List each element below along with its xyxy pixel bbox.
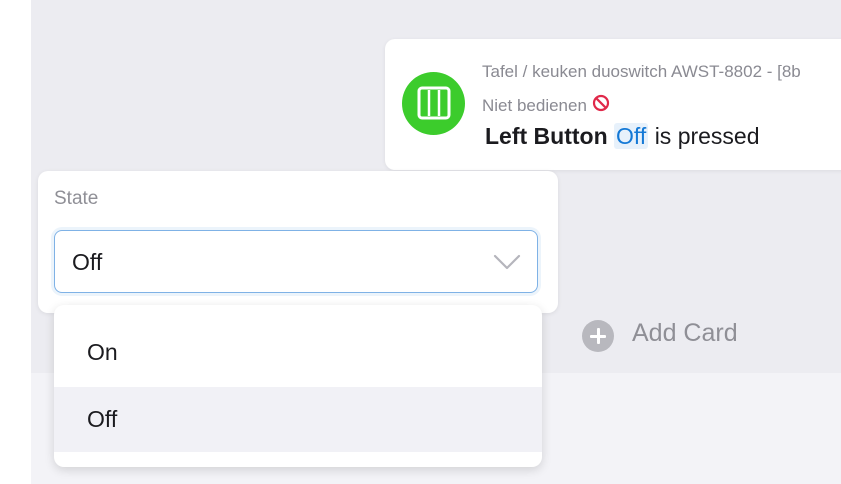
- state-select-value: Off: [72, 249, 103, 275]
- plus-circle-icon: [582, 320, 614, 352]
- state-argument-panel: State Off: [38, 171, 558, 313]
- state-label: State: [54, 188, 99, 209]
- no-entry-icon: [592, 94, 610, 117]
- double-switch-icon: [402, 72, 465, 135]
- state-select[interactable]: Off: [54, 230, 538, 293]
- card-subtitle: Niet bedienen: [482, 94, 610, 117]
- card-title-tag[interactable]: Off: [614, 123, 649, 149]
- dropdown-option-off-label: Off: [87, 406, 118, 432]
- card-title-suffix: is pressed: [654, 123, 760, 149]
- dropdown-option-on-label: On: [87, 339, 118, 365]
- dropdown-option-on[interactable]: On: [54, 320, 542, 385]
- left-sidebar-edge: [0, 0, 31, 484]
- card-subtitle-text: Niet bedienen: [482, 95, 587, 115]
- card-title-prefix: Left Button: [485, 123, 608, 149]
- flow-trigger-card[interactable]: Tafel / keuken duoswitch AWST-8802 - [8b…: [385, 39, 841, 170]
- state-dropdown-menu: On Off: [54, 305, 542, 467]
- add-card-label: Add Card: [632, 319, 738, 347]
- card-title: Left Button Off is pressed: [485, 123, 760, 150]
- dropdown-option-off[interactable]: Off: [54, 387, 542, 452]
- chevron-down-icon: [493, 253, 521, 276]
- card-zone-device: Tafel / keuken duoswitch AWST-8802 - [8b: [482, 62, 801, 81]
